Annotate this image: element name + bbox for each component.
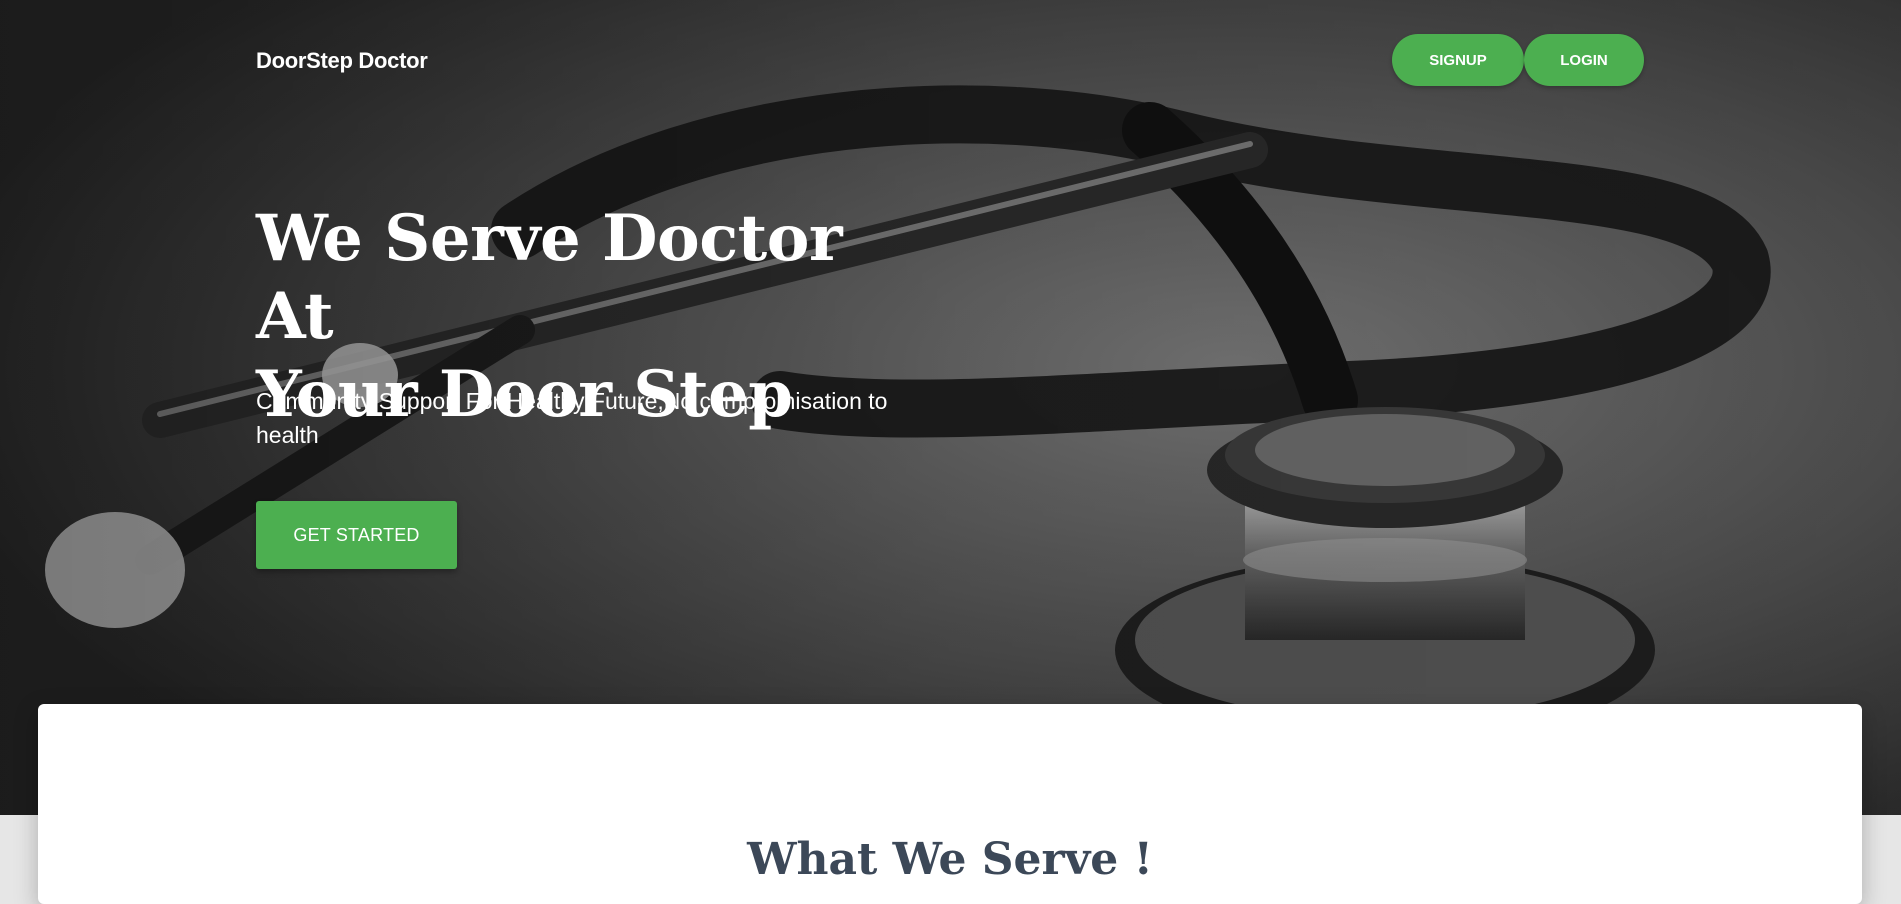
brand-logo[interactable]: DoorStep Doctor: [256, 48, 428, 74]
hero-title-line-1: We Serve Doctor At: [256, 201, 843, 354]
section-title: What We Serve !: [747, 834, 1153, 885]
navbar: DoorStep Doctor SIGNUP LOGIN: [256, 34, 1644, 88]
get-started-button[interactable]: GET STARTED: [256, 501, 457, 569]
hero-subtitle: Community Support For Healthy Future,No …: [256, 388, 888, 448]
signup-button[interactable]: SIGNUP: [1392, 34, 1524, 86]
login-button[interactable]: LOGIN: [1524, 34, 1644, 86]
services-card: What We Serve !: [38, 704, 1862, 904]
